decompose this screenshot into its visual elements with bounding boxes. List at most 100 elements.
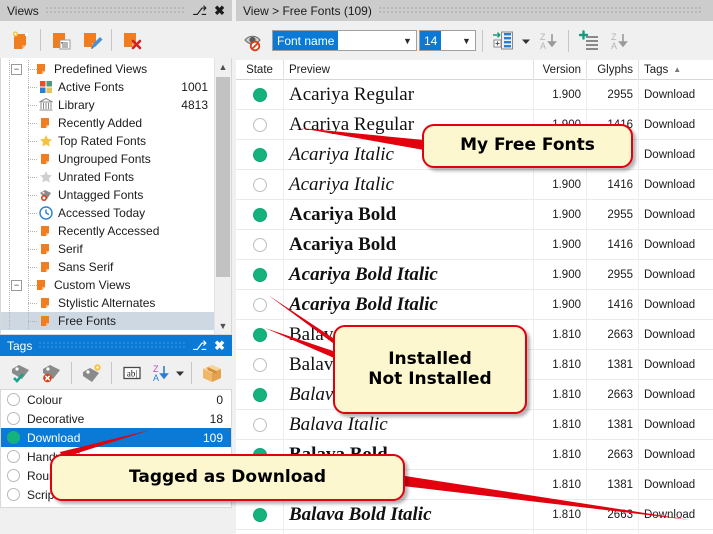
chevron-up-icon[interactable]: ▲ <box>215 58 231 75</box>
apply-tag-button[interactable] <box>5 357 36 388</box>
close-icon[interactable]: ✖ <box>214 339 225 352</box>
sort-az-button[interactable]: Z A <box>533 25 564 56</box>
font-state-cell[interactable] <box>236 109 284 140</box>
font-row[interactable]: Acariya Bold 1.900 1416 Download <box>236 229 713 260</box>
font-state-cell[interactable] <box>236 199 284 230</box>
caret-down-icon[interactable] <box>173 357 187 388</box>
installed-dot-icon[interactable] <box>252 147 267 162</box>
font-list-header[interactable]: State Preview Version Glyphs Tags ▲ <box>236 59 713 80</box>
edit-view-button[interactable] <box>76 24 107 55</box>
column-header-tags[interactable]: Tags ▲ <box>639 60 713 80</box>
tag-state-bullet[interactable] <box>7 412 20 425</box>
tag-row-download[interactable]: Download 109 <box>1 428 231 447</box>
views-tree-item-serif[interactable]: Serif <box>1 240 214 258</box>
views-tree-item-sans-serif[interactable]: Sans Serif <box>1 258 214 276</box>
tag-package-button[interactable] <box>196 357 227 388</box>
views-tree-scrollbar[interactable]: ▲ ▼ <box>214 58 231 334</box>
font-state-cell[interactable] <box>236 169 284 200</box>
caption-dot-filler <box>38 341 187 350</box>
font-row[interactable]: Acariya Italic 1.900 1416 Download <box>236 169 713 200</box>
font-state-cell[interactable] <box>236 229 284 260</box>
views-tree-item-free-fonts[interactable]: Free Fonts <box>1 312 214 330</box>
font-state-cell[interactable] <box>236 379 284 410</box>
delete-view-button[interactable] <box>116 24 147 55</box>
tag-state-bullet[interactable] <box>7 469 20 482</box>
views-tree-item-stylistic-alternates[interactable]: Stylistic Alternates <box>1 294 214 312</box>
font-row[interactable]: Acariya Bold 1.900 2955 Download <box>236 199 713 230</box>
pin-icon[interactable]: ⎇ <box>192 339 207 352</box>
add-group-button[interactable] <box>573 25 604 56</box>
tree-expander[interactable]: − <box>11 279 22 291</box>
views-tree[interactable]: − Predefined Views Active Fonts 1001 Library… <box>0 58 232 335</box>
remove-tag-button[interactable] <box>36 357 67 388</box>
sort-tags-button[interactable]: Z A <box>147 357 173 388</box>
tag-state-bullet[interactable] <box>7 393 20 406</box>
views-tree-item-ungrouped-fonts[interactable]: Ungrouped Fonts <box>1 150 214 168</box>
font-state-cell[interactable] <box>236 289 284 320</box>
column-header-version[interactable]: Version <box>534 59 587 80</box>
tag-row-decorative[interactable]: Decorative 18 <box>1 409 231 428</box>
pin-icon[interactable]: ⎇ <box>192 4 207 17</box>
installed-dot-icon[interactable] <box>252 387 267 402</box>
installed-dot-icon[interactable] <box>252 87 267 102</box>
views-tree-item-count: 1001 <box>181 80 208 94</box>
installed-dot-icon[interactable] <box>252 507 267 522</box>
font-row[interactable]: Acariya Regular 1.900 2955 Download <box>236 79 713 110</box>
views-tree-item-unrated-fonts[interactable]: Unrated Fonts <box>1 168 214 186</box>
font-state-cell[interactable] <box>236 349 284 380</box>
font-row[interactable]: Acariya Bold Italic 1.900 2955 Download <box>236 259 713 290</box>
tag-state-bullet[interactable] <box>7 450 20 463</box>
not-installed-dot-icon[interactable] <box>252 117 267 132</box>
chevron-down-icon[interactable]: ▼ <box>399 31 416 50</box>
views-tree-item-library[interactable]: Library 4813 <box>1 96 214 114</box>
column-header-glyphs[interactable]: Glyphs <box>587 59 639 80</box>
not-installed-dot-icon[interactable] <box>252 237 267 252</box>
views-tree-item-top-rated-fonts[interactable]: Top Rated Fonts <box>1 132 214 150</box>
font-state-cell[interactable] <box>236 529 284 534</box>
installed-dot-icon[interactable] <box>252 267 267 282</box>
close-icon[interactable]: ✖ <box>214 4 225 17</box>
font-row[interactable]: Acariya Bold Italic 1.900 1416 Download <box>236 289 713 320</box>
scrollbar-thumb[interactable] <box>216 77 230 277</box>
tag-row-colour[interactable]: Colour 0 <box>1 390 231 409</box>
font-state-cell[interactable] <box>236 259 284 290</box>
installed-dot-icon[interactable] <box>252 207 267 222</box>
views-tree-item-active-fonts[interactable]: Active Fonts 1001 <box>1 78 214 96</box>
font-row[interactable]: Balava Bold Italic1.8101381Download <box>236 529 713 534</box>
views-tree-item-custom-views[interactable]: − Custom Views <box>1 276 214 294</box>
eye-disabled-icon[interactable] <box>241 25 272 56</box>
not-installed-dot-icon[interactable] <box>252 357 267 372</box>
font-name-combo[interactable]: Font name ▼ <box>272 30 417 51</box>
views-tree-item-recently-accessed[interactable]: Recently Accessed <box>1 222 214 240</box>
installed-dot-icon[interactable] <box>252 327 267 342</box>
caret-down-icon[interactable] <box>518 25 533 56</box>
group-sort-button[interactable]: Z A <box>604 25 635 56</box>
tag-state-bullet[interactable] <box>7 431 20 444</box>
font-state-cell[interactable] <box>236 409 284 440</box>
new-view-button[interactable] <box>5 24 36 55</box>
views-tree-item-predefined-views[interactable]: − Predefined Views <box>1 60 214 78</box>
new-tag-button[interactable] <box>76 357 107 388</box>
tree-expander[interactable]: − <box>11 63 22 75</box>
font-size-combo[interactable]: 14 ▼ <box>419 30 476 51</box>
column-header-preview[interactable]: Preview <box>284 59 534 80</box>
font-row[interactable]: Balava Bold Italic 1.810 2663 Download <box>236 499 713 530</box>
chevron-down-icon[interactable]: ▼ <box>458 31 475 50</box>
font-state-cell[interactable] <box>236 79 284 110</box>
rename-tag-button[interactable]: ab| <box>116 357 147 388</box>
views-tree-item-recently-added[interactable]: Recently Added <box>1 114 214 132</box>
columns-config-button[interactable] <box>487 25 518 56</box>
tag-state-bullet[interactable] <box>7 488 20 501</box>
font-state-cell[interactable] <box>236 499 284 530</box>
font-state-cell[interactable] <box>236 139 284 170</box>
not-installed-dot-icon[interactable] <box>252 417 267 432</box>
column-header-state[interactable]: State <box>236 59 284 80</box>
views-tree-item-untagged-fonts[interactable]: Untagged Fonts <box>1 186 214 204</box>
font-row[interactable]: Balava Italic 1.810 1381 Download <box>236 409 713 440</box>
view-details-button[interactable] <box>45 24 76 55</box>
chevron-down-icon[interactable]: ▼ <box>215 317 231 334</box>
not-installed-dot-icon[interactable] <box>252 297 267 312</box>
font-state-cell[interactable] <box>236 319 284 350</box>
not-installed-dot-icon[interactable] <box>252 177 267 192</box>
views-tree-item-accessed-today[interactable]: Accessed Today <box>1 204 214 222</box>
